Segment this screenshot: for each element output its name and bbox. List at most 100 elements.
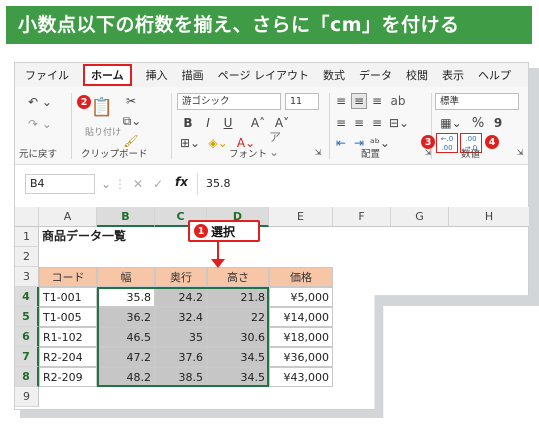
align-top-icon[interactable]: ≡ bbox=[333, 93, 349, 109]
copy-icon[interactable]: ⧉⌄ bbox=[121, 113, 143, 129]
select-callout: 1 選択 bbox=[188, 220, 260, 242]
row-header-8[interactable]: 8 bbox=[15, 367, 39, 387]
align-left-icon[interactable]: ≡ bbox=[333, 115, 349, 131]
selection-range-border bbox=[97, 287, 269, 387]
row-header-6[interactable]: 6 bbox=[15, 327, 39, 347]
table-cell[interactable]: T1-001 bbox=[39, 287, 97, 307]
undo-group-label: 元に戻す bbox=[19, 149, 58, 160]
font-grow-icon[interactable]: A˄ bbox=[247, 115, 269, 131]
percent-button[interactable]: % bbox=[471, 115, 485, 131]
cut-icon[interactable]: ✂ bbox=[123, 93, 139, 109]
table-cell[interactable]: ¥43,000 bbox=[269, 367, 333, 387]
number-group-label: 数値 bbox=[461, 149, 481, 160]
alignment-group-label: 配置 bbox=[361, 149, 381, 160]
column-header-f[interactable]: F bbox=[333, 207, 391, 227]
excel-window: ファイル ホーム 挿入 描画 ページ レイアウト 数式 データ 校閲 表示 ヘル… bbox=[14, 62, 529, 410]
callout-arrow-icon bbox=[211, 259, 225, 268]
column-header-a[interactable]: A bbox=[39, 207, 97, 227]
border-icon[interactable]: ⊞⌄ bbox=[179, 135, 201, 151]
fill-color-icon[interactable]: ◈⌄ bbox=[207, 135, 229, 151]
formula-input[interactable]: 35.8 bbox=[197, 173, 528, 195]
cancel-icon[interactable]: ✕ bbox=[131, 177, 145, 191]
sheet-title-cell[interactable]: 商品データ一覧 bbox=[39, 227, 159, 247]
increase-decimal-icon: ←.0 .00 bbox=[440, 135, 454, 152]
font-name-select[interactable]: 游ゴシック bbox=[177, 93, 281, 110]
more-options-icon: ⋮ bbox=[114, 177, 126, 191]
ribbon: ↶ ⌄ ↷ ⌄ 元に戻す 2 📋 貼り付け ✂ ⧉⌄ 🖌 クリップボード 游ゴシ… bbox=[15, 87, 528, 165]
row-header-5[interactable]: 5 bbox=[15, 307, 39, 327]
align-bottom-icon[interactable]: ≡ bbox=[369, 93, 385, 109]
header-cell-height[interactable]: 高さ bbox=[207, 267, 269, 287]
table-cell[interactable]: ¥14,000 bbox=[269, 307, 333, 327]
header-cell-code[interactable]: コード bbox=[39, 267, 97, 287]
column-header-b[interactable]: B bbox=[97, 207, 155, 227]
tab-view[interactable]: 表示 bbox=[442, 67, 464, 83]
comma-style-button[interactable]: 9 bbox=[491, 115, 505, 131]
merge-center-icon[interactable]: ⊟⌄ bbox=[387, 115, 411, 131]
table-cell[interactable]: T1-005 bbox=[39, 307, 97, 327]
row-header-3[interactable]: 3 bbox=[15, 267, 39, 287]
undo-icon[interactable]: ↶ ⌄ bbox=[25, 93, 55, 111]
redo-icon[interactable]: ↷ ⌄ bbox=[25, 115, 55, 133]
number-dialog-launcher-icon[interactable]: ⇲ bbox=[515, 147, 525, 157]
font-size-select[interactable]: 11 bbox=[285, 93, 319, 110]
tab-home[interactable]: ホーム bbox=[83, 64, 132, 86]
row-header-9[interactable]: 9 bbox=[15, 387, 39, 407]
tab-help[interactable]: ヘルプ bbox=[478, 67, 511, 83]
header-cell-price[interactable]: 価格 bbox=[269, 267, 333, 287]
accounting-format-icon[interactable]: ▦⌄ bbox=[437, 115, 465, 131]
number-format-select[interactable]: 標準 bbox=[435, 93, 519, 110]
select-all-corner[interactable] bbox=[15, 207, 39, 227]
table-cell[interactable]: R2-209 bbox=[39, 367, 97, 387]
align-right-icon[interactable]: ≡ bbox=[369, 115, 385, 131]
table-cell[interactable]: ¥18,000 bbox=[269, 327, 333, 347]
tab-insert[interactable]: 挿入 bbox=[146, 67, 168, 83]
paste-label: 貼り付け bbox=[85, 128, 122, 138]
column-header-e[interactable]: E bbox=[269, 207, 333, 227]
align-middle-icon[interactable]: ≡ bbox=[351, 93, 367, 109]
paste-icon[interactable]: 📋 bbox=[91, 93, 113, 121]
step-badge-2: 2 bbox=[77, 95, 91, 109]
page-banner-title: 小数点以下の桁数を揃え、さらに「cm」を付ける bbox=[6, 6, 532, 44]
wrap-text-icon[interactable]: ab bbox=[389, 93, 407, 109]
tab-formulas[interactable]: 数式 bbox=[323, 67, 345, 83]
font-group-label: フォント bbox=[229, 149, 268, 160]
step-badge-3: 3 bbox=[421, 135, 435, 149]
formula-bar: B4 ⌄ ⋮ ✕ ✓ fx 35.8 bbox=[15, 171, 528, 197]
column-header-g[interactable]: G bbox=[391, 207, 449, 227]
table-cell[interactable]: ¥5,000 bbox=[269, 287, 333, 307]
step-badge-1: 1 bbox=[194, 224, 208, 238]
callout-arrow-line bbox=[217, 241, 219, 261]
tab-data[interactable]: データ bbox=[359, 67, 392, 83]
header-cell-width[interactable]: 幅 bbox=[97, 267, 155, 287]
enter-icon[interactable]: ✓ bbox=[151, 177, 165, 191]
decrease-indent-icon[interactable]: ⇤ bbox=[333, 135, 349, 151]
tab-page-layout[interactable]: ページ レイアウト bbox=[218, 67, 309, 83]
tab-file[interactable]: ファイル bbox=[25, 67, 69, 83]
tab-draw[interactable]: 描画 bbox=[182, 67, 204, 83]
underline-button[interactable]: U bbox=[221, 115, 235, 131]
namebox-dropdown-icon[interactable]: ⌄ bbox=[101, 177, 111, 191]
row-header-2[interactable]: 2 bbox=[15, 247, 39, 267]
tab-review[interactable]: 校閲 bbox=[406, 67, 428, 83]
italic-button[interactable]: I bbox=[201, 115, 215, 131]
worksheet-grid: A B C D E F G H 1 2 3 4 5 6 7 8 9 商品データ一… bbox=[15, 207, 529, 410]
ribbon-tab-bar: ファイル ホーム 挿入 描画 ページ レイアウト 数式 データ 校閲 表示 ヘル… bbox=[15, 63, 528, 87]
table-cell[interactable]: R1-102 bbox=[39, 327, 97, 347]
bold-button[interactable]: B bbox=[181, 115, 195, 131]
phonetic-icon[interactable]: ア⌄ bbox=[269, 130, 291, 159]
increase-decimal-button[interactable]: ←.0 .00 bbox=[436, 133, 458, 153]
table-cell[interactable]: R2-204 bbox=[39, 347, 97, 367]
column-header-h[interactable]: H bbox=[449, 207, 529, 227]
header-cell-depth[interactable]: 奥行 bbox=[155, 267, 207, 287]
row-header-1[interactable]: 1 bbox=[15, 227, 39, 247]
row-header-7[interactable]: 7 bbox=[15, 347, 39, 367]
align-center-icon[interactable]: ≡ bbox=[351, 115, 367, 131]
step-badge-4: 4 bbox=[485, 135, 499, 149]
insert-function-icon[interactable]: fx bbox=[175, 175, 188, 189]
table-cell[interactable]: ¥36,000 bbox=[269, 347, 333, 367]
font-dialog-launcher-icon[interactable]: ⇲ bbox=[313, 147, 323, 157]
row-header-4[interactable]: 4 bbox=[15, 287, 39, 307]
clipboard-group-label: クリップボード bbox=[81, 149, 148, 160]
name-box[interactable]: B4 bbox=[25, 174, 95, 194]
